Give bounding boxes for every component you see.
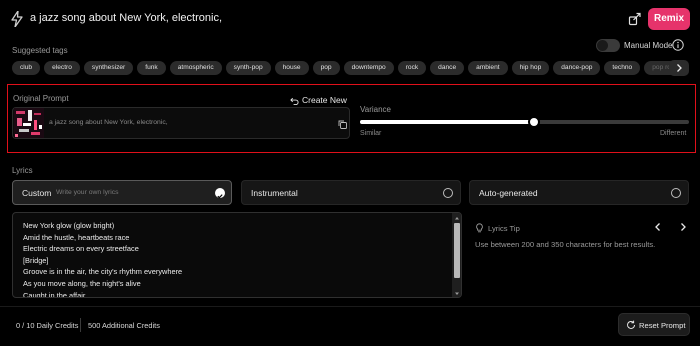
check-circle-icon	[215, 188, 225, 199]
lyrics-label: Lyrics	[12, 166, 33, 175]
tag-chip[interactable]: dance-pop	[553, 61, 601, 75]
info-icon[interactable]	[672, 39, 684, 51]
tag-chip[interactable]: ambient	[468, 61, 508, 75]
slider-handle[interactable]	[528, 116, 541, 128]
radio-circle-icon	[443, 188, 453, 198]
lightning-icon	[11, 11, 23, 27]
lyrics-mode-instrumental[interactable]: Instrumental	[241, 180, 461, 205]
slider-fill	[360, 120, 535, 124]
tag-chip[interactable]: hip hop	[511, 61, 550, 75]
lyric-line: Amid the hustle, heartbeats race	[23, 232, 130, 242]
lyric-line: Caught in the affair	[23, 290, 86, 298]
similar-label: Similar	[360, 130, 382, 137]
scroll-down-icon[interactable]	[452, 290, 462, 298]
lyric-line: Groove is in the air, the city's rhythm …	[23, 267, 183, 277]
scroll-thumb[interactable]	[454, 223, 460, 278]
original-prompt-card: a jazz song about New York, electronic,	[12, 107, 350, 139]
tags-next-button[interactable]	[669, 60, 689, 76]
suggested-tags-label: Suggested tags	[12, 46, 68, 55]
mode-hint: Write your own lyrics	[56, 189, 119, 196]
reset-prompt-label: Reset Prompt	[639, 321, 686, 330]
lyric-line: [Bridge]	[23, 255, 49, 265]
footer-bar: 0 / 10 Daily Credits 500 Additional Cred…	[0, 306, 700, 346]
reset-prompt-button[interactable]: Reset Prompt	[618, 313, 690, 336]
lyrics-tip-text: Use between 200 and 350 characters for b…	[475, 240, 656, 249]
tag-chip[interactable]: synth-pop	[225, 61, 271, 75]
tag-chip[interactable]: downtempo	[343, 61, 394, 75]
tag-chip[interactable]: funk	[137, 61, 166, 75]
mode-name: Instrumental	[251, 188, 298, 198]
variance-slider[interactable]	[360, 116, 689, 128]
original-prompt-text: a jazz song about New York, electronic,	[49, 119, 168, 126]
manual-mode-toggle[interactable]	[596, 39, 620, 52]
remix-button[interactable]: Remix	[648, 8, 690, 30]
lyric-line: As you move along, the night's alive	[23, 278, 141, 288]
share-icon[interactable]	[628, 12, 642, 26]
undo-icon	[290, 97, 299, 105]
tag-chip[interactable]: synthesizer	[83, 61, 134, 75]
chevron-left-icon[interactable]	[654, 222, 662, 232]
create-new-button[interactable]: Create New	[302, 95, 347, 105]
scroll-up-icon[interactable]	[452, 214, 462, 222]
lyrics-textarea[interactable]: New York glow (glow bright) Amid the hus…	[12, 212, 462, 298]
chevron-right-icon	[677, 64, 682, 72]
manual-mode-label: Manual Mode	[624, 41, 673, 50]
tag-chip[interactable]: club	[12, 61, 41, 75]
lyric-line: Electric dreams on every streetface	[23, 244, 139, 254]
mode-name: Custom	[22, 188, 52, 198]
top-bar: a jazz song about New York, electronic, …	[0, 0, 700, 38]
lyrics-scrollbar[interactable]	[452, 213, 462, 298]
tag-chip[interactable]: rock	[397, 61, 427, 75]
variance-label: Variance	[360, 105, 391, 114]
tag-chip[interactable]: techno	[604, 61, 641, 75]
tag-chip[interactable]: atmospheric	[169, 61, 222, 75]
lyrics-mode-custom[interactable]: Custom Write your own lyrics	[12, 180, 232, 205]
reset-icon	[627, 320, 635, 329]
original-prompt-label: Original Prompt	[13, 94, 69, 103]
lyrics-mode-auto-generated[interactable]: Auto-generated	[469, 180, 689, 205]
tag-chip[interactable]: dance	[430, 61, 465, 75]
lyrics-lines: New York glow (glow bright) Amid the hus…	[23, 220, 183, 298]
lyrics-tip-title: Lyrics Tip	[488, 224, 520, 233]
different-label: Different	[660, 130, 687, 137]
copy-icon[interactable]	[338, 120, 347, 129]
radio-circle-icon	[671, 188, 681, 198]
footer-divider	[80, 318, 81, 332]
mode-name: Auto-generated	[479, 188, 538, 198]
prompt-text[interactable]: a jazz song about New York, electronic,	[30, 12, 222, 24]
song-thumbnail	[14, 108, 44, 138]
original-prompt-section: Original Prompt Create New a jazz song a…	[7, 84, 696, 153]
tag-chip[interactable]: pop	[312, 61, 340, 75]
additional-credits: 500 Additional Credits	[88, 321, 160, 330]
tag-list: club electro synthesizer funk atmospheri…	[12, 61, 686, 75]
tag-chip[interactable]: electro	[44, 61, 80, 75]
chevron-right-icon[interactable]	[679, 222, 687, 232]
tag-chip[interactable]: house	[274, 61, 309, 75]
lyric-line: New York glow (glow bright)	[23, 221, 115, 230]
lightbulb-icon	[476, 223, 483, 233]
daily-credits: 0 / 10 Daily Credits	[16, 321, 79, 330]
toggle-knob	[597, 40, 608, 51]
